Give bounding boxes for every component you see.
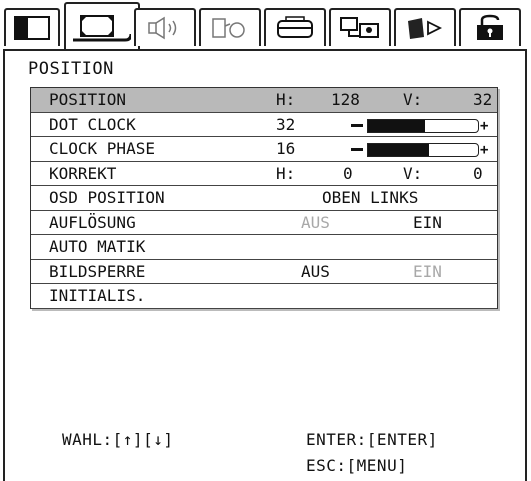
settings-list: POSITION H: 128 V: 32 DOT CLOCK 32 + CLO… <box>30 87 498 309</box>
menu-item-position[interactable]: POSITION H: 128 V: 32 <box>31 88 497 113</box>
option-off[interactable]: AUS <box>301 211 330 235</box>
dot-clock-slider[interactable]: + <box>351 117 489 134</box>
tab-media[interactable] <box>394 8 456 46</box>
menu-item-initialis[interactable]: INITIALIS. <box>31 284 497 309</box>
footer-enter-hint: ENTER:[ENTER] <box>306 430 438 449</box>
osd-position-value: OBEN LINKS <box>322 188 419 207</box>
h-value: 0 <box>343 163 353 183</box>
tab-projector[interactable] <box>264 8 326 46</box>
tab-input[interactable] <box>199 8 261 46</box>
tab-network[interactable] <box>329 8 391 46</box>
h-label: H: <box>276 90 296 109</box>
menu-item-label: BILDSPERRE <box>49 261 146 281</box>
projector-icon <box>277 16 313 38</box>
position-arrows-icon <box>73 15 131 42</box>
display-icon <box>14 16 50 40</box>
v-label: V: <box>403 163 423 183</box>
v-value: 0 <box>473 163 483 183</box>
network-icon <box>340 17 379 38</box>
menu-tab-strip <box>2 0 529 50</box>
menu-item-label: CLOCK PHASE <box>49 139 155 158</box>
menu-item-clock-phase[interactable]: CLOCK PHASE 16 + <box>31 137 497 162</box>
option-on[interactable]: EIN <box>413 260 442 284</box>
slider-fill <box>368 144 429 156</box>
menu-item-automatik[interactable]: AUTO MATIK <box>31 235 497 260</box>
clock-phase-value: 16 <box>276 139 296 158</box>
slider-track <box>367 118 479 133</box>
menu-item-label: AUTO MATIK <box>49 237 146 256</box>
lock-icon <box>477 14 503 40</box>
h-label: H: <box>276 163 296 183</box>
menu-item-dot-clock[interactable]: DOT CLOCK 32 + <box>31 113 497 137</box>
play-media-icon <box>408 18 443 39</box>
page-title: POSITION <box>28 59 114 79</box>
menu-item-label: POSITION <box>49 90 127 109</box>
v-value: 32 <box>473 90 493 109</box>
menu-item-label: OSD POSITION <box>49 188 165 207</box>
clock-phase-slider[interactable]: + <box>351 143 489 157</box>
slider-track <box>367 143 479 157</box>
v-label: V: <box>403 90 423 109</box>
speaker-icon <box>148 16 177 40</box>
h-value: 128 <box>331 90 360 109</box>
menu-item-bildsperre[interactable]: BILDSPERRE AUS EIN <box>31 260 497 284</box>
menu-item-label: DOT CLOCK <box>49 114 136 134</box>
footer-select-hint: WAHL:[↑][↓] <box>62 430 174 449</box>
minus-icon <box>351 123 363 127</box>
tab-position[interactable] <box>64 2 140 50</box>
input-source-icon <box>212 18 245 38</box>
dot-clock-value: 32 <box>276 114 296 134</box>
menu-item-label: KORREKT <box>49 163 117 183</box>
footer-esc-hint: ESC:[MENU] <box>306 456 408 475</box>
plus-icon: + <box>480 142 489 158</box>
menu-item-label: AUFLÖSUNG <box>49 212 136 232</box>
menu-item-korrekt[interactable]: KORREKT H: 0 V: 0 <box>31 162 497 186</box>
menu-item-label: INITIALIS. <box>49 286 146 305</box>
slider-fill <box>368 119 426 132</box>
menu-item-osd-position[interactable]: OSD POSITION OBEN LINKS <box>31 186 497 211</box>
option-on[interactable]: EIN <box>413 211 442 235</box>
option-off[interactable]: AUS <box>301 260 330 284</box>
tab-display[interactable] <box>4 8 60 46</box>
menu-item-aufloesung[interactable]: AUFLÖSUNG AUS EIN <box>31 211 497 235</box>
tab-audio[interactable] <box>134 8 196 46</box>
plus-icon: + <box>480 117 489 134</box>
minus-icon <box>351 148 363 151</box>
tab-security[interactable] <box>459 8 521 46</box>
